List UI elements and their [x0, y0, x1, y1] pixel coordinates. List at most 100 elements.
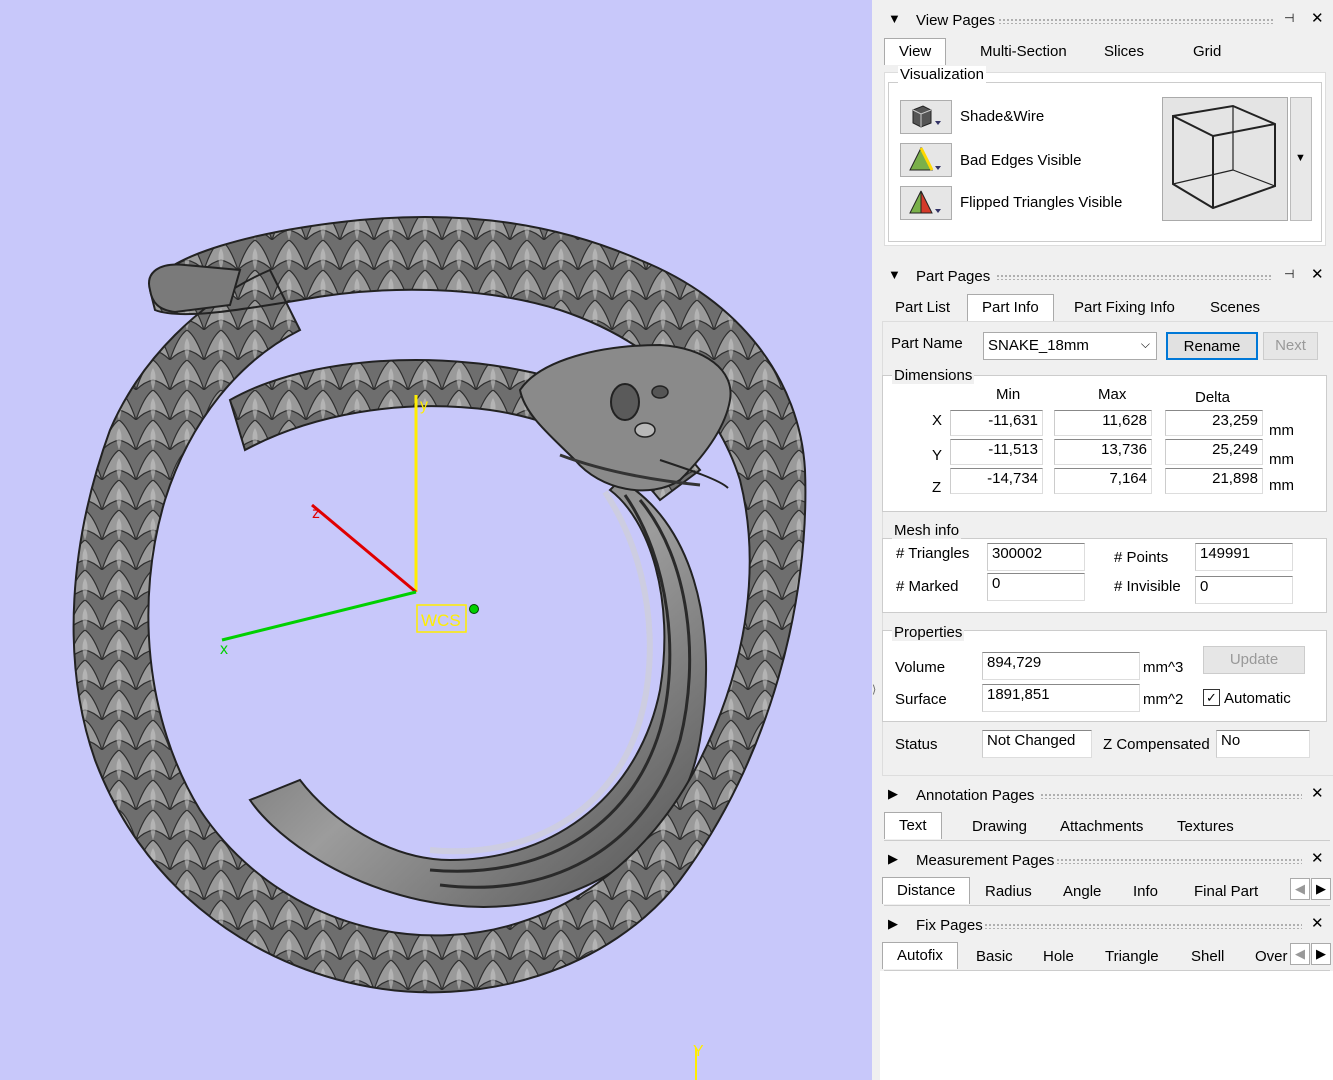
invisible-label: # Invisible: [1114, 578, 1181, 595]
tab-part-list[interactable]: Part List: [895, 299, 950, 316]
panel-splitter[interactable]: ⟩: [872, 0, 880, 1080]
expand-triangle-icon[interactable]: ▶: [888, 851, 898, 867]
visualization-label: Visualization: [898, 66, 986, 83]
tab-autofix[interactable]: Autofix: [882, 942, 958, 969]
pin-icon[interactable]: ⊣: [1284, 11, 1294, 25]
tab-over[interactable]: Over: [1255, 948, 1289, 965]
tab-attachments[interactable]: Attachments: [1060, 818, 1143, 835]
tab-radius[interactable]: Radius: [985, 883, 1032, 900]
header-grip: [996, 274, 1273, 280]
close-icon[interactable]: ✕: [1311, 9, 1324, 27]
expand-triangle-icon[interactable]: ▶: [888, 916, 898, 932]
chevron-down-icon: ⌵: [1140, 337, 1150, 351]
tab-angle[interactable]: Angle: [1063, 883, 1101, 900]
divider: [884, 905, 1330, 906]
viewport-canvas[interactable]: y z x WCS Y: [0, 0, 872, 1080]
dim-y-min: -11,513: [950, 439, 1043, 465]
header-grip: [1040, 793, 1302, 799]
dim-y-max: 13,736: [1054, 439, 1152, 465]
wcs-handle: [469, 604, 479, 614]
splitter-grip-icon[interactable]: ⟩: [872, 683, 878, 697]
dim-x-unit: mm: [1269, 422, 1294, 439]
wcs-label: WCS: [421, 611, 461, 630]
marked-label: # Marked: [896, 578, 959, 595]
tab-part-fixing-info[interactable]: Part Fixing Info: [1074, 299, 1175, 316]
close-icon[interactable]: ✕: [1311, 849, 1324, 867]
triangles-label: # Triangles: [896, 545, 970, 562]
tab-triangle[interactable]: Triangle: [1105, 948, 1159, 965]
tab-scroll-left-icon[interactable]: ◀: [1290, 943, 1310, 965]
y-axis-label: y: [420, 397, 428, 414]
surface-label: Surface: [895, 691, 947, 708]
tab-scroll-left-icon[interactable]: ◀: [1290, 878, 1310, 900]
tab-basic[interactable]: Basic: [976, 948, 1013, 965]
tab-hole[interactable]: Hole: [1043, 948, 1074, 965]
close-icon[interactable]: ✕: [1311, 914, 1324, 932]
part-pages-header[interactable]: ▼ Part Pages ⊣ ✕: [880, 259, 1333, 289]
dim-z-min: -14,734: [950, 468, 1043, 494]
z-compensated-value: No: [1216, 730, 1310, 758]
tab-textures[interactable]: Textures: [1177, 818, 1234, 835]
view-preview-box[interactable]: [1162, 97, 1288, 221]
update-button[interactable]: Update: [1203, 646, 1305, 674]
dim-z-max: 7,164: [1054, 468, 1152, 494]
tab-shell[interactable]: Shell: [1191, 948, 1224, 965]
tab-scroll-right-icon[interactable]: ▶: [1311, 878, 1331, 900]
dim-header-max: Max: [1098, 386, 1127, 403]
tab-info[interactable]: Info: [1133, 883, 1158, 900]
flipped-triangles-button[interactable]: [900, 186, 952, 220]
close-icon[interactable]: ✕: [1311, 784, 1324, 802]
bad-edges-button[interactable]: [900, 143, 952, 177]
tab-final-part[interactable]: Final Part: [1194, 883, 1258, 900]
view-pages-title: View Pages: [916, 12, 995, 29]
3d-viewport[interactable]: y z x WCS Y: [0, 0, 872, 1080]
tab-part-info[interactable]: Part Info: [967, 294, 1054, 321]
invisible-value: 0: [1195, 576, 1293, 604]
tab-scenes[interactable]: Scenes: [1210, 299, 1260, 316]
side-panel: ▼ View Pages ⊣ ✕ View Multi-Section Slic…: [880, 0, 1333, 1080]
z-compensated-label: Z Compensated: [1103, 736, 1210, 753]
automatic-checkbox[interactable]: ✓: [1203, 689, 1220, 706]
rename-button[interactable]: Rename: [1166, 332, 1258, 360]
x-axis-line: [221, 590, 417, 642]
wireframe-cube-icon: [1172, 104, 1276, 210]
tab-scroll-right-icon[interactable]: ▶: [1311, 943, 1331, 965]
bad-edges-label: Bad Edges Visible: [960, 152, 1082, 169]
tab-multi-section[interactable]: Multi-Section: [980, 43, 1067, 60]
dim-y-delta: 25,249: [1165, 439, 1263, 465]
dim-z-unit: mm: [1269, 477, 1294, 494]
expand-triangle-icon[interactable]: ▶: [888, 786, 898, 802]
status-label: Status: [895, 736, 938, 753]
automatic-label: Automatic: [1224, 690, 1291, 707]
flipped-triangles-label: Flipped Triangles Visible: [960, 194, 1123, 211]
dim-x-delta: 23,259: [1165, 410, 1263, 436]
tab-slices[interactable]: Slices: [1104, 43, 1144, 60]
next-button[interactable]: Next: [1263, 332, 1318, 360]
tab-grid[interactable]: Grid: [1193, 43, 1221, 60]
x-axis-label: x: [220, 641, 228, 658]
measurement-pages-header[interactable]: ▶ Measurement Pages ✕: [880, 843, 1333, 873]
view-pages-header[interactable]: ▼ View Pages ⊣ ✕: [880, 3, 1333, 33]
fix-pages-header[interactable]: ▶ Fix Pages ✕: [880, 908, 1333, 938]
tab-distance[interactable]: Distance: [882, 877, 971, 904]
dimensions-label: Dimensions: [892, 367, 975, 384]
tab-view[interactable]: View: [884, 38, 947, 65]
tab-drawing[interactable]: Drawing: [972, 818, 1027, 835]
part-name-select[interactable]: SNAKE_18mm ⌵: [983, 332, 1157, 360]
status-value: Not Changed: [982, 730, 1092, 758]
header-grip: [1056, 858, 1302, 864]
annotation-pages-header[interactable]: ▶ Annotation Pages ✕: [880, 778, 1333, 808]
empty-panel-area: [880, 971, 1333, 1080]
header-grip: [998, 18, 1273, 24]
tab-text[interactable]: Text: [884, 812, 942, 839]
dim-axis-y: Y: [932, 447, 943, 464]
collapse-triangle-icon[interactable]: ▼: [888, 11, 901, 26]
pin-icon[interactable]: ⊣: [1284, 267, 1294, 281]
shade-wire-button[interactable]: [900, 100, 952, 134]
close-icon[interactable]: ✕: [1311, 265, 1324, 283]
part-pages-title: Part Pages: [916, 268, 991, 285]
view-preview-dropdown[interactable]: ▼: [1290, 97, 1312, 221]
collapse-triangle-icon[interactable]: ▼: [888, 267, 901, 282]
volume-value: 894,729: [982, 652, 1140, 680]
dim-x-max: 11,628: [1054, 410, 1152, 436]
